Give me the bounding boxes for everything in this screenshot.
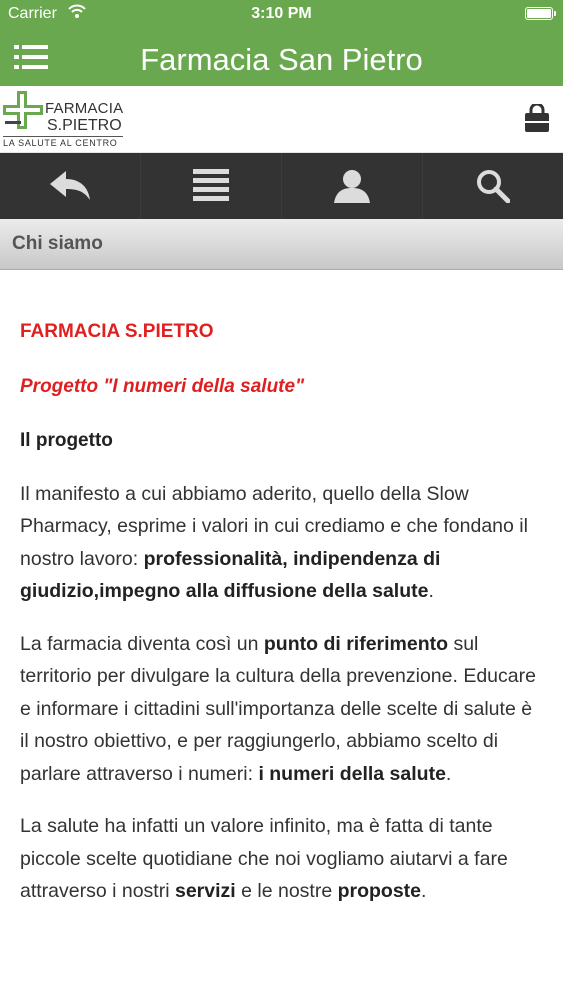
subtitle-heading: Il progetto xyxy=(20,430,113,451)
user-icon xyxy=(334,170,370,203)
paragraph-3: La salute ha infatti un valore infinito,… xyxy=(20,810,543,908)
proposals-link: proposte xyxy=(337,880,422,902)
paragraph-2: La farmacia diventa così un punto di rif… xyxy=(20,628,543,791)
section-title: Chi siamo xyxy=(12,233,103,254)
p2-bold-a: punto di riferimento xyxy=(263,632,449,655)
services-link: servizi xyxy=(174,880,236,902)
shopping-bag-icon[interactable] xyxy=(523,102,551,134)
section-header: Chi siamo xyxy=(0,219,563,270)
p3-end: . xyxy=(421,880,427,902)
p2-bold-b: i numeri della salute xyxy=(258,762,446,785)
back-arrow-icon xyxy=(50,171,90,200)
status-bar: Carrier 3:10 PM xyxy=(0,0,563,28)
project-heading: Progetto "I numeri della salute" xyxy=(20,375,305,397)
pharmacy-cross-icon xyxy=(3,91,43,129)
search-button[interactable] xyxy=(423,153,563,219)
app-title: Farmacia San Pietro xyxy=(140,42,423,77)
company-heading: FARMACIA S.PIETRO xyxy=(20,321,214,342)
list-button[interactable] xyxy=(141,153,282,219)
list-icon xyxy=(193,169,229,201)
pharmacy-logo[interactable]: FARMACIA S.PIETRO LA SALUTE AL CENTRO xyxy=(3,91,128,148)
p2-end: . xyxy=(445,762,452,785)
p1-end: . xyxy=(428,580,434,602)
logo-line-1: FARMACIA xyxy=(45,100,124,117)
p2-text-a: La farmacia diventa così un xyxy=(20,632,264,655)
status-time: 3:10 PM xyxy=(251,5,312,22)
logo-line-2: S.PIETRO xyxy=(47,117,122,134)
user-button[interactable] xyxy=(282,153,423,219)
about-content: FARMACIA S.PIETRO Progetto "I numeri del… xyxy=(0,270,563,908)
battery-icon xyxy=(525,7,556,20)
action-toolbar xyxy=(0,153,563,219)
navigation-bar: Farmacia San Pietro xyxy=(0,28,563,86)
logo-tagline: LA SALUTE AL CENTRO xyxy=(3,136,123,148)
paragraph-1: Il manifesto a cui abbiamo aderito, quel… xyxy=(20,478,543,608)
search-icon xyxy=(477,170,510,203)
p3-text-b: e le nostre xyxy=(235,880,338,902)
back-button[interactable] xyxy=(0,153,141,219)
brand-header: FARMACIA S.PIETRO LA SALUTE AL CENTRO xyxy=(0,86,563,153)
